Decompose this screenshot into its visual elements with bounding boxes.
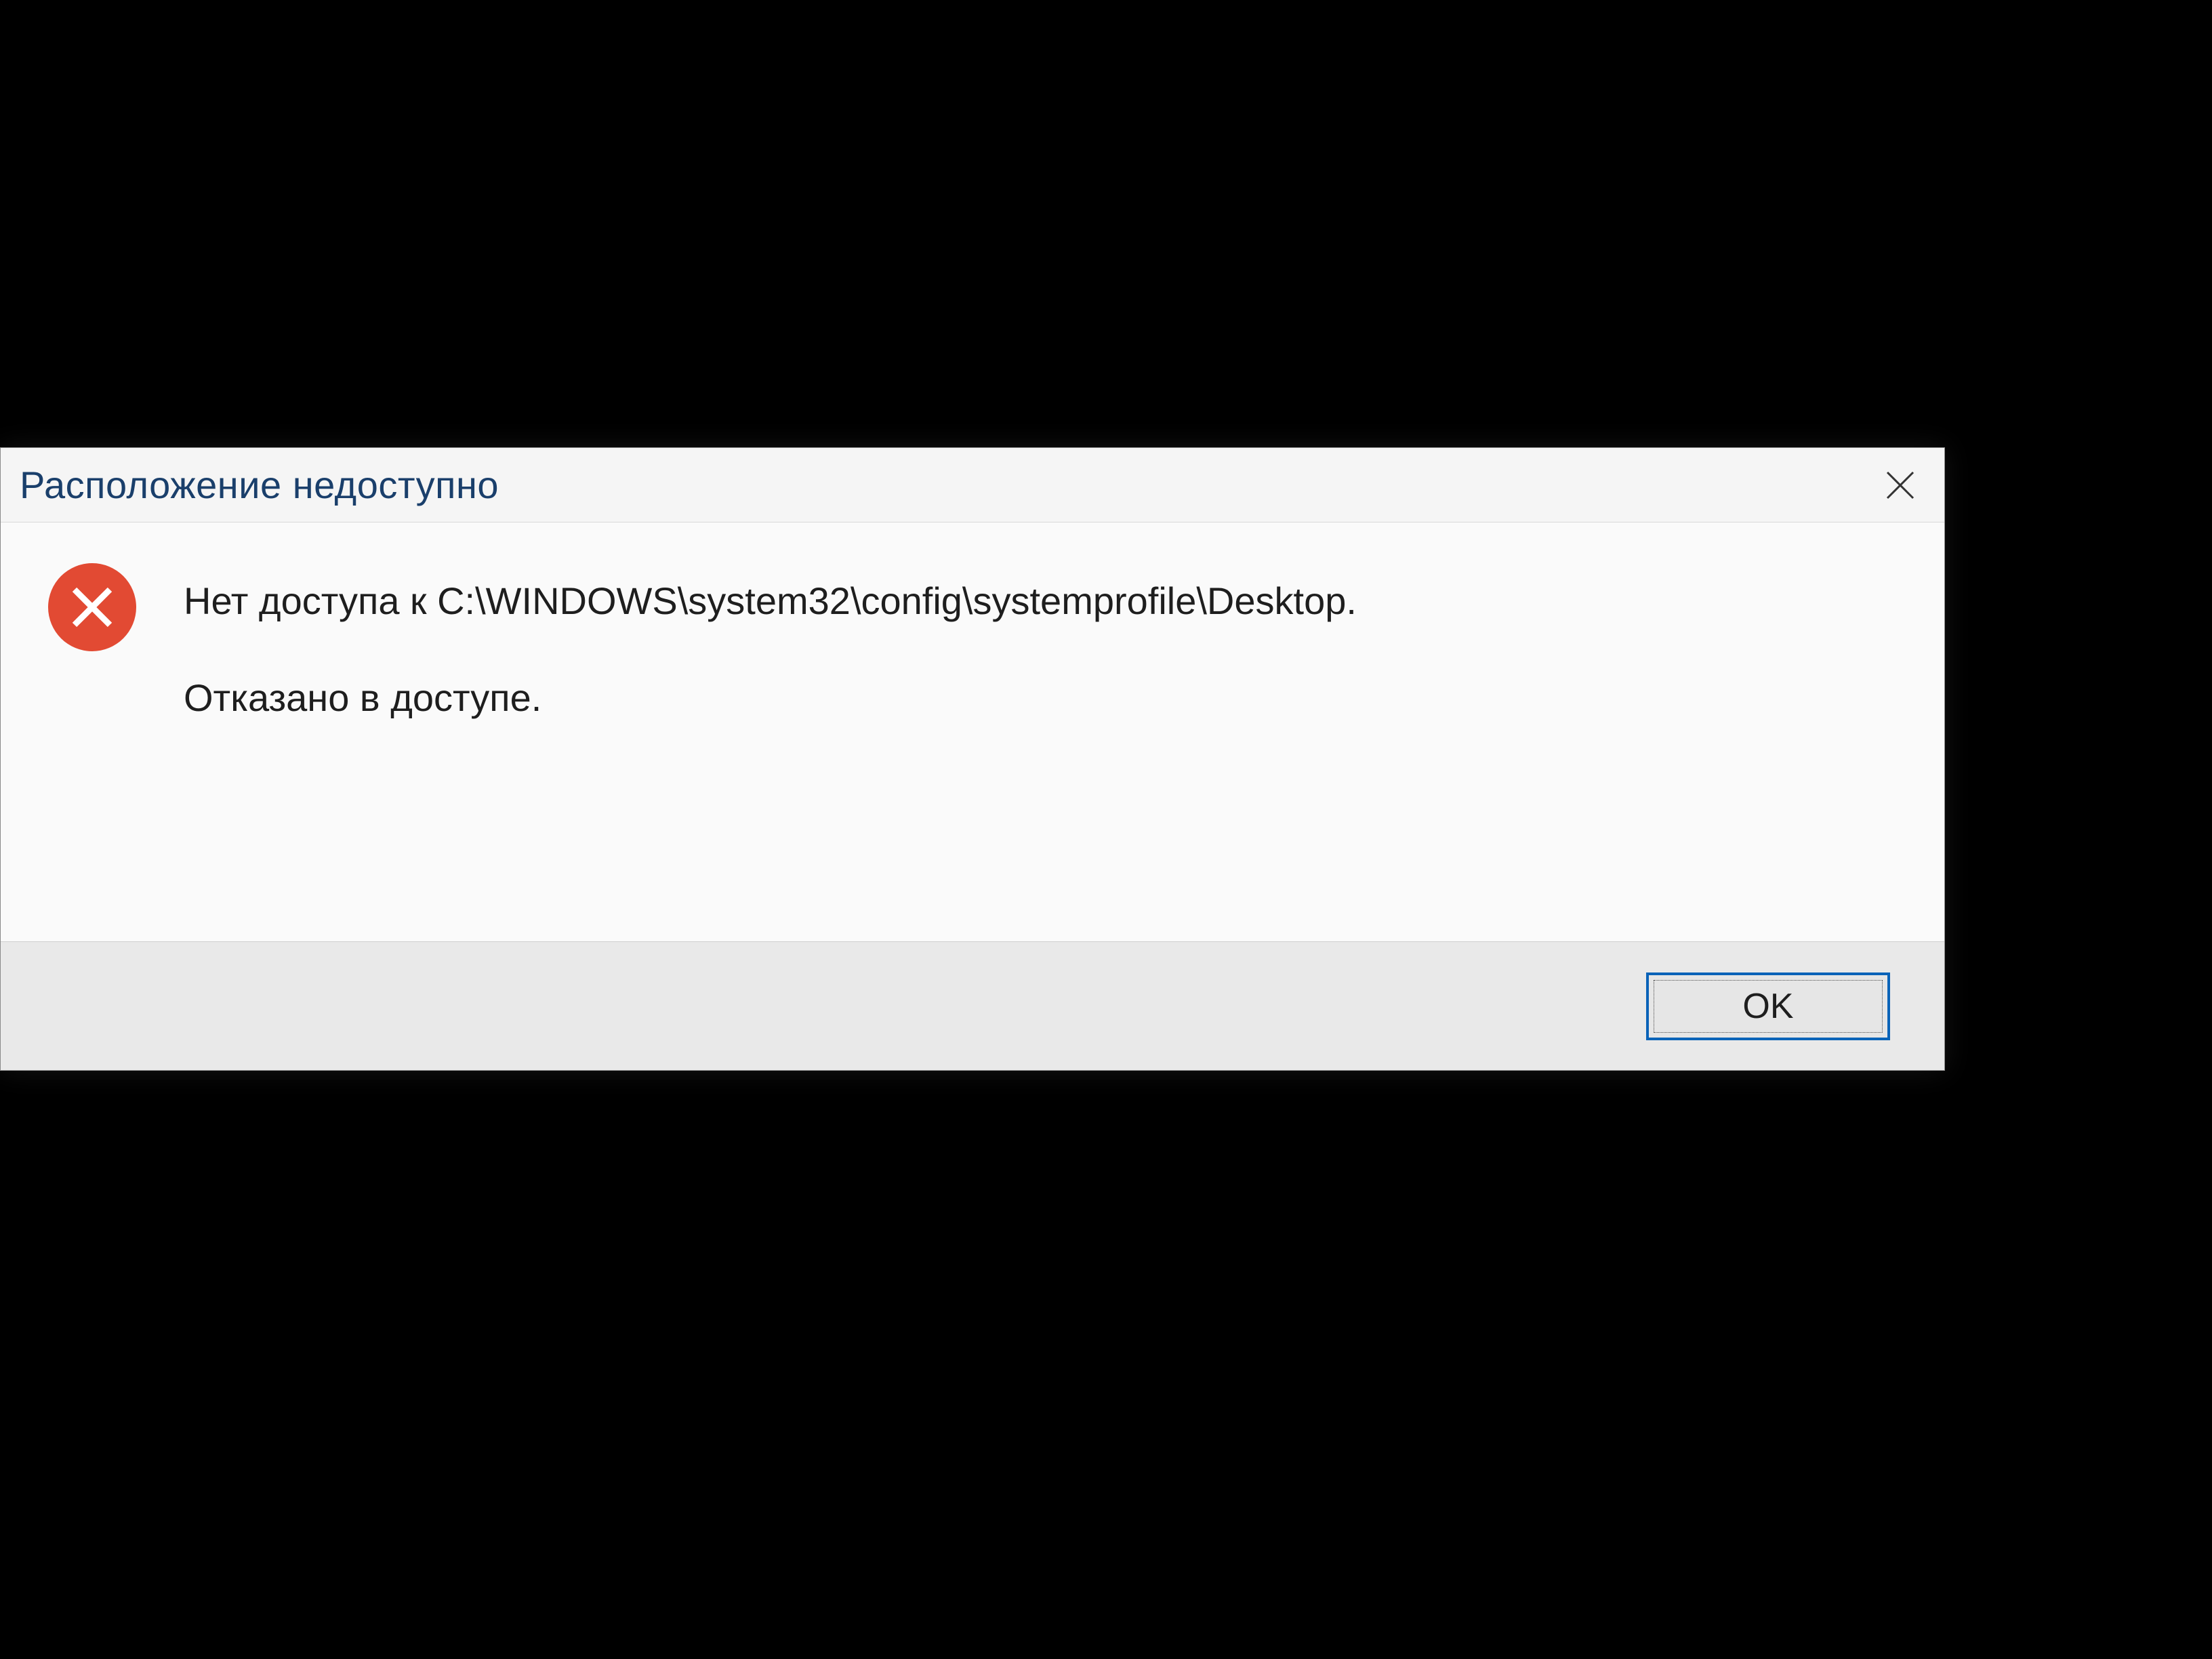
message-sub: Отказано в доступе. — [184, 674, 1890, 723]
dialog-footer: OK — [1, 941, 1944, 1070]
ok-button[interactable]: OK — [1646, 972, 1890, 1040]
dialog-title: Расположение недоступно — [20, 463, 499, 507]
error-icon — [48, 563, 136, 651]
dialog-body: Нет доступа к C:\WINDOWS\system32\config… — [1, 523, 1944, 941]
dialog-message: Нет доступа к C:\WINDOWS\system32\config… — [184, 563, 1890, 914]
titlebar: Расположение недоступно — [1, 448, 1944, 523]
error-icon-wrap — [48, 563, 136, 651]
error-dialog: Расположение недоступно Нет доступа к C:… — [0, 447, 1945, 1071]
close-icon — [1885, 470, 1916, 501]
message-main: Нет доступа к C:\WINDOWS\system32\config… — [184, 577, 1890, 626]
close-button[interactable] — [1856, 448, 1944, 522]
